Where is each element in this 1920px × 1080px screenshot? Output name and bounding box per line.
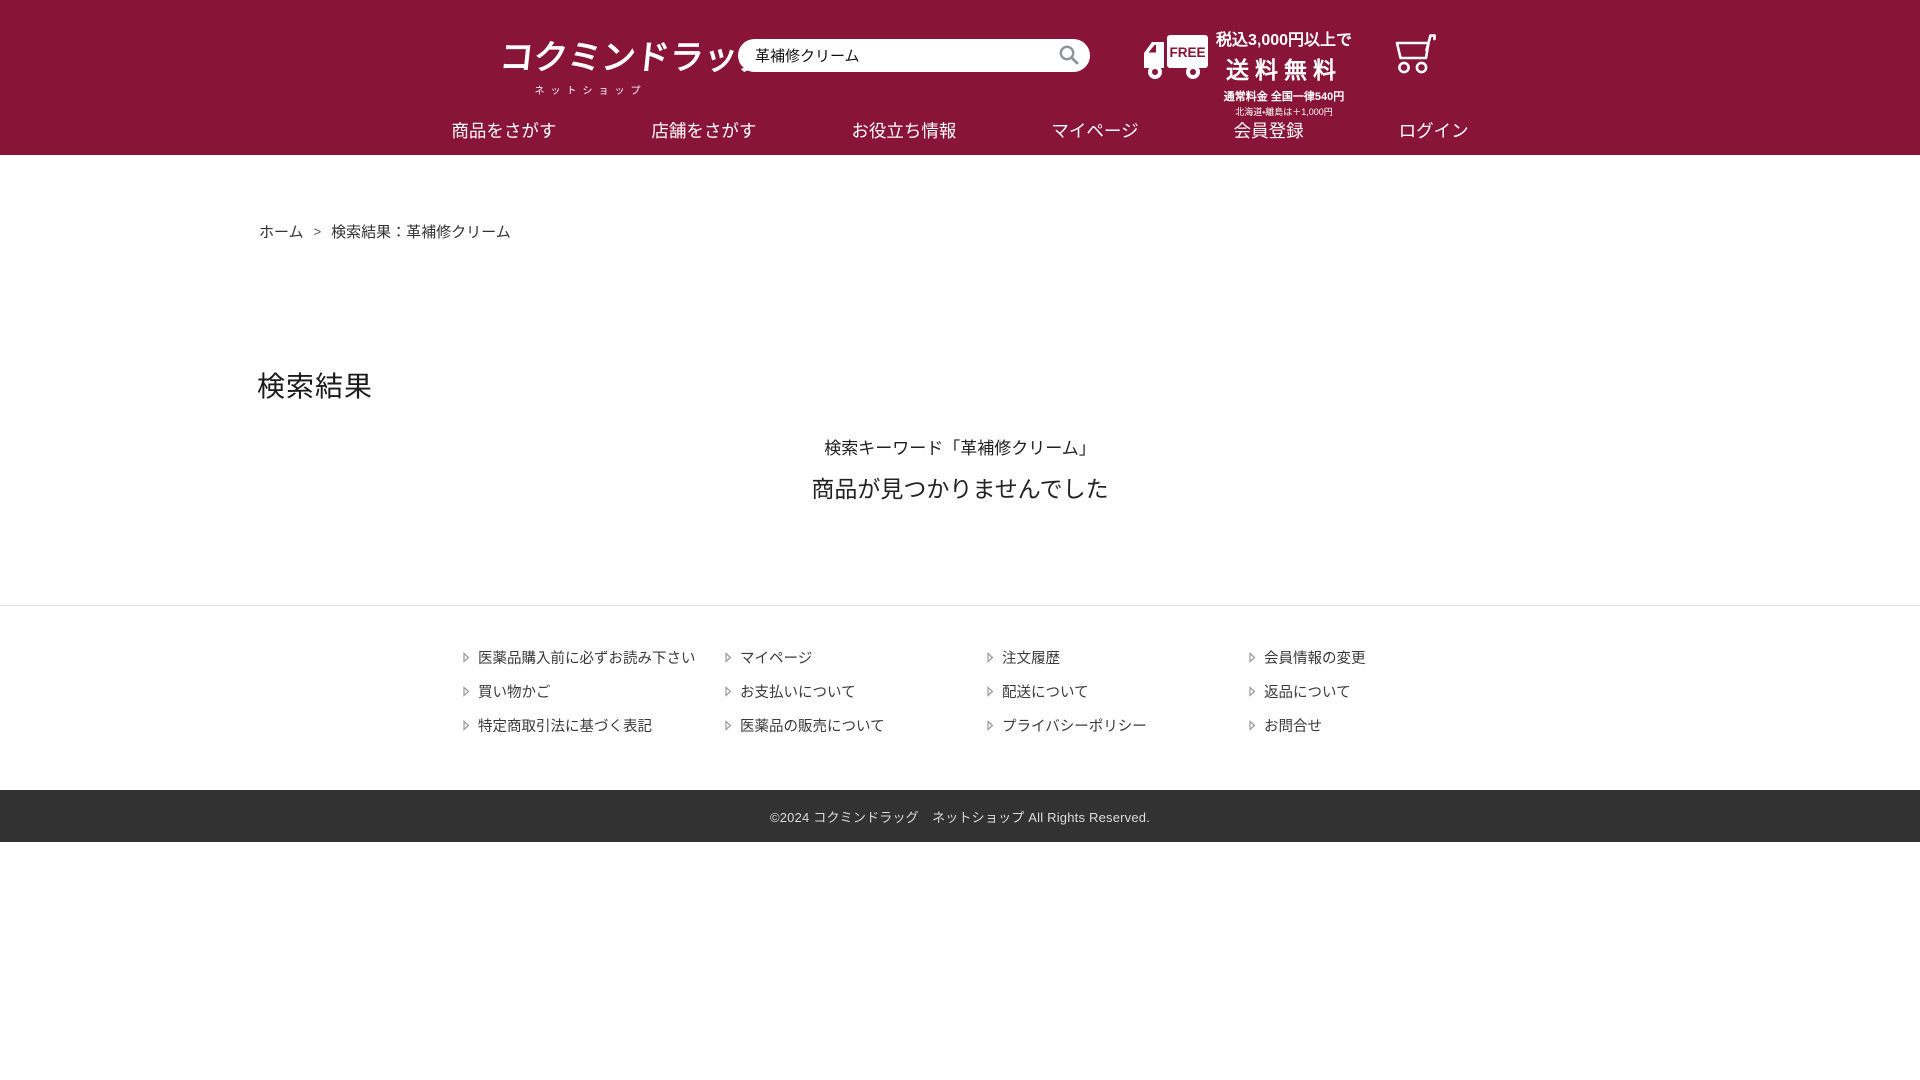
cart-button[interactable] [1390,30,1440,76]
nav-item-login[interactable]: ログイン [1399,118,1469,143]
footer-link-medicine-sales[interactable]: 医薬品の販売について [725,718,987,735]
breadcrumb-separator: > [313,224,322,239]
footer-link-payment[interactable]: お支払いについて [725,684,987,701]
footer-link-order-history[interactable]: 注文履歴 [987,650,1249,667]
truck-icon: FREE [1143,34,1209,82]
breadcrumb-home-link[interactable]: ホーム [259,221,304,242]
arrow-right-icon [987,686,994,697]
arrow-right-icon [987,652,994,663]
no-results-message: 商品が見つかりませんでした [811,476,1109,502]
arrow-right-icon [463,652,470,663]
footer-link-delivery[interactable]: 配送について [987,684,1249,701]
nav-item-mypage[interactable]: マイページ [1051,118,1138,143]
arrow-right-icon [725,720,732,731]
search-bar [738,39,1090,72]
footer-link-contact[interactable]: お問合せ [1249,718,1511,735]
cart-icon [1390,34,1440,79]
shipping-free-label: 送料無料 [1226,57,1342,83]
arrow-right-icon [1249,652,1256,663]
arrow-right-icon [463,686,470,697]
shipping-threshold: 税込3,000円以上で [1215,32,1353,49]
arrow-right-icon [725,686,732,697]
truck-free-badge: FREE [1169,45,1205,60]
arrow-right-icon [1249,720,1256,731]
footer-column-1: 医薬品購入前に必ずお読み下さい 買い物かご 特定商取引法に基づく表記 [463,650,725,752]
arrow-right-icon [987,720,994,731]
footer-column-3: 注文履歴 配送について プライバシーポリシー [987,650,1249,752]
footer-column-2: マイページ お支払いについて 医薬品の販売について [725,650,987,752]
page: コクミンドラッグ ネットショップ FREE [0,0,1920,1080]
nav-item-useful-info[interactable]: お役立ち情報 [851,118,956,143]
site-logo[interactable]: コクミンドラッグ ネットショップ [497,30,774,97]
search-icon [1058,45,1080,69]
search-keyword-text: 検索キーワード「革補修クリーム」 [824,439,1096,458]
arrow-right-icon [1249,686,1256,697]
breadcrumb: ホーム > 検索結果：革補修クリーム [259,221,511,242]
search-button[interactable] [1056,43,1082,69]
logo-subtitle: ネットショップ [534,86,647,97]
copyright-bar: ©2024 コクミンドラッグ ネットショップ All Rights Reserv… [0,790,1920,842]
nav-item-register[interactable]: 会員登録 [1234,118,1304,143]
arrow-right-icon [463,720,470,731]
shipping-normal-fee: 通常料金 全国一律540円 [1223,91,1345,103]
copyright-text: ©2024 コクミンドラッグ ネットショップ All Rights Reserv… [769,809,1151,825]
site-header: コクミンドラッグ ネットショップ FREE [0,0,1920,155]
footer-link-mypage[interactable]: マイページ [725,650,987,667]
nav-item-products[interactable]: 商品をさがす [451,118,556,143]
footer-link-member-info[interactable]: 会員情報の変更 [1249,650,1511,667]
footer-column-4: 会員情報の変更 返品について お問合せ [1249,650,1511,752]
footer-link-privacy-policy[interactable]: プライバシーポリシー [987,718,1249,735]
logo-title: コクミンドラッグ [497,39,774,77]
arrow-right-icon [725,652,732,663]
breadcrumb-current: 検索結果：革補修クリーム [331,224,511,241]
page-title: 検索結果 [257,371,374,402]
search-input[interactable] [738,39,1090,72]
nav-item-stores[interactable]: 店舗をさがす [651,118,756,143]
footer-link-returns[interactable]: 返品について [1249,684,1511,701]
footer-link-commercial-law[interactable]: 特定商取引法に基づく表記 [463,718,725,735]
site-footer: 医薬品購入前に必ずお読み下さい 買い物かご 特定商取引法に基づく表記 マイページ… [0,605,1920,842]
footer-link-medicine-notice[interactable]: 医薬品購入前に必ずお読み下さい [463,650,725,667]
footer-link-cart[interactable]: 買い物かご [463,684,725,701]
main-nav: 商品をさがす 店舗をさがす お役立ち情報 マイページ 会員登録 ログイン [0,105,1920,155]
